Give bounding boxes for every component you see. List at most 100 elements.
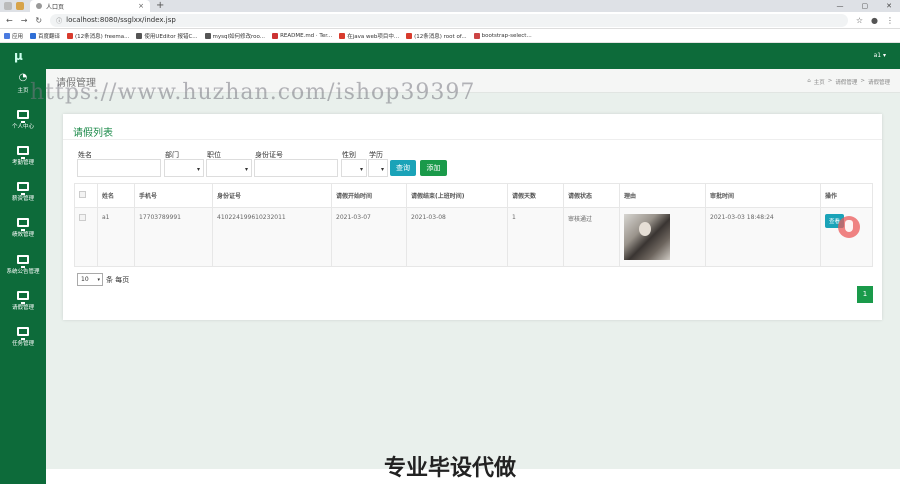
bookmarks-bar: 应用 百度翻译 (12条消息) freema... 使用UEditor 报错C.… — [0, 29, 900, 43]
col-idcard: 身份证号 — [212, 183, 332, 208]
add-button[interactable]: 添加 — [420, 160, 447, 176]
idcard-input[interactable] — [254, 159, 338, 177]
bookmark-item[interactable]: 使用UEditor 报错C... — [136, 32, 198, 40]
card-title: 请假列表 — [73, 128, 113, 139]
star-icon[interactable]: ☆ — [856, 16, 863, 25]
bookmark-item[interactable]: (12条消息) freema... — [67, 32, 129, 40]
sidebar-item-announcements[interactable]: 系统公告管理 — [0, 255, 46, 275]
bookmark-item[interactable]: (12条消息) root of... — [406, 32, 467, 40]
sidebar-item-leave[interactable]: 请假管理 — [0, 291, 46, 311]
info-icon: ⓘ — [56, 17, 63, 25]
col-start: 请假开始时间 — [331, 183, 407, 208]
bookmark-icon — [204, 32, 211, 39]
sidebar-item-tasks[interactable]: 任务管理 — [0, 327, 46, 347]
bookmark-icon — [473, 32, 480, 39]
maximize-icon[interactable]: ▢ — [862, 0, 869, 12]
page-size-control: 10 ▾ 条 每页 — [77, 273, 129, 286]
sidebar-item-performance[interactable]: 绩效管理 — [0, 218, 46, 238]
page-size-select[interactable]: 10 ▾ — [77, 273, 103, 286]
watermark-text: https://www.huzhan.com/ishop39397 — [30, 80, 476, 105]
breadcrumb: ⌂ 主页 > 请假管理 > 请假管理 — [807, 78, 890, 86]
bookmark-icon — [30, 32, 37, 39]
url-field[interactable]: ⓘ localhost:8080/ssglxx/index.jsp — [50, 13, 848, 27]
breadcrumb-level1[interactable]: 请假管理 — [835, 78, 857, 86]
col-days: 请假天数 — [507, 183, 564, 208]
chevron-down-icon: ▾ — [196, 166, 200, 173]
col-reason: 理由 — [619, 183, 706, 208]
col-approved-at: 审批时间 — [705, 183, 821, 208]
bookmark-apps[interactable]: 应用 — [4, 32, 23, 40]
home-icon: ⌂ — [807, 78, 811, 84]
cell-name: a1 — [97, 207, 135, 267]
cell-end: 2021-03-08 — [406, 207, 508, 267]
bookmark-item[interactable]: mysql如何修改roo... — [204, 32, 265, 40]
row-select-cell — [74, 207, 98, 267]
app-logo: μ — [14, 49, 23, 63]
sidebar-item-salary[interactable]: 薪资管理 — [0, 182, 46, 202]
row-checkbox[interactable] — [79, 214, 86, 221]
browser-menu-icon[interactable] — [4, 2, 12, 10]
monitor-icon — [17, 327, 29, 340]
col-status: 请假状态 — [563, 183, 620, 208]
back-icon[interactable]: ← — [6, 16, 13, 25]
click-indicator — [838, 216, 860, 238]
app-topbar: μ a1 ▾ — [0, 43, 900, 69]
browser-menu-dots-icon[interactable]: ⋮ — [886, 16, 894, 25]
page-button-current[interactable]: 1 — [857, 286, 873, 303]
caption-text: 专业毕设代做 — [383, 456, 516, 481]
browser-tab-bar: 人口页 × + — ▢ ✕ — [0, 0, 900, 12]
position-select[interactable]: ▾ — [206, 159, 252, 177]
leave-table: 姓名 手机号 身份证号 请假开始时间 请假结束(上班时间) 请假天数 请假状态 … — [74, 183, 873, 267]
tab-close-icon[interactable]: × — [138, 2, 144, 10]
cell-start: 2021-03-07 — [331, 207, 407, 267]
bookmark-icon — [136, 32, 143, 39]
search-button[interactable]: 查询 — [390, 160, 416, 176]
col-phone: 手机号 — [134, 183, 213, 208]
table-header-row: 姓名 手机号 身份证号 请假开始时间 请假结束(上班时间) 请假天数 请假状态 … — [74, 183, 873, 208]
user-menu[interactable]: a1 ▾ — [874, 52, 886, 59]
cell-phone: 17703789991 — [134, 207, 213, 267]
chevron-down-icon: ▾ — [244, 166, 248, 173]
tab-title: 人口页 — [46, 3, 65, 11]
new-tab-icon[interactable]: + — [156, 0, 164, 12]
reason-photo — [624, 214, 670, 260]
chevron-down-icon: ▾ — [97, 277, 100, 283]
cell-approved-at: 2021-03-03 18:48:24 — [705, 207, 821, 267]
address-bar-row: ← → ↻ ⓘ localhost:8080/ssglxx/index.jsp … — [0, 12, 900, 29]
sidebar-item-profile[interactable]: 个人中心 — [0, 110, 46, 130]
close-window-icon[interactable]: ✕ — [886, 0, 892, 12]
monitor-icon — [17, 255, 29, 268]
education-select[interactable]: ▾ — [368, 159, 388, 177]
select-all-checkbox[interactable] — [79, 191, 86, 198]
browser-app-icon[interactable] — [16, 2, 24, 10]
profile-icon[interactable]: ● — [871, 16, 878, 25]
tab-favicon-icon — [36, 3, 42, 9]
monitor-icon — [17, 110, 29, 123]
name-input[interactable] — [77, 159, 161, 177]
bookmark-icon — [339, 32, 346, 39]
bookmark-item[interactable]: bootstrap-select... — [473, 32, 532, 39]
gender-select[interactable]: ▾ — [341, 159, 367, 177]
cell-reason — [619, 207, 706, 267]
minimize-icon[interactable]: — — [837, 0, 844, 12]
chevron-down-icon: ▾ — [380, 166, 384, 173]
breadcrumb-current: 请假管理 — [867, 80, 890, 86]
bookmark-item[interactable]: 百度翻译 — [30, 32, 60, 40]
card-divider — [63, 139, 882, 140]
sidebar: ◔ 主页 个人中心 考勤管理 薪资管理 绩效管理 系统公告管理 请假管理 任务管… — [0, 69, 46, 484]
col-name: 姓名 — [97, 183, 135, 208]
bookmark-icon — [406, 32, 413, 39]
dept-select[interactable]: ▾ — [164, 159, 204, 177]
monitor-icon — [17, 291, 29, 304]
breadcrumb-home[interactable]: 主页 — [814, 78, 825, 86]
per-page-label: 条 每页 — [106, 275, 130, 284]
reload-icon[interactable]: ↻ — [35, 16, 42, 25]
cell-days: 1 — [507, 207, 564, 267]
browser-tab[interactable]: 人口页 × — [30, 0, 150, 12]
cell-status: 审核通过 — [563, 207, 620, 267]
forward-icon[interactable]: → — [21, 16, 28, 25]
sidebar-item-attendance[interactable]: 考勤管理 — [0, 146, 46, 166]
bookmark-item[interactable]: README.md · Ter... — [272, 32, 332, 39]
bookmark-item[interactable]: 在java web项目中... — [339, 32, 399, 40]
monitor-icon — [17, 182, 29, 195]
